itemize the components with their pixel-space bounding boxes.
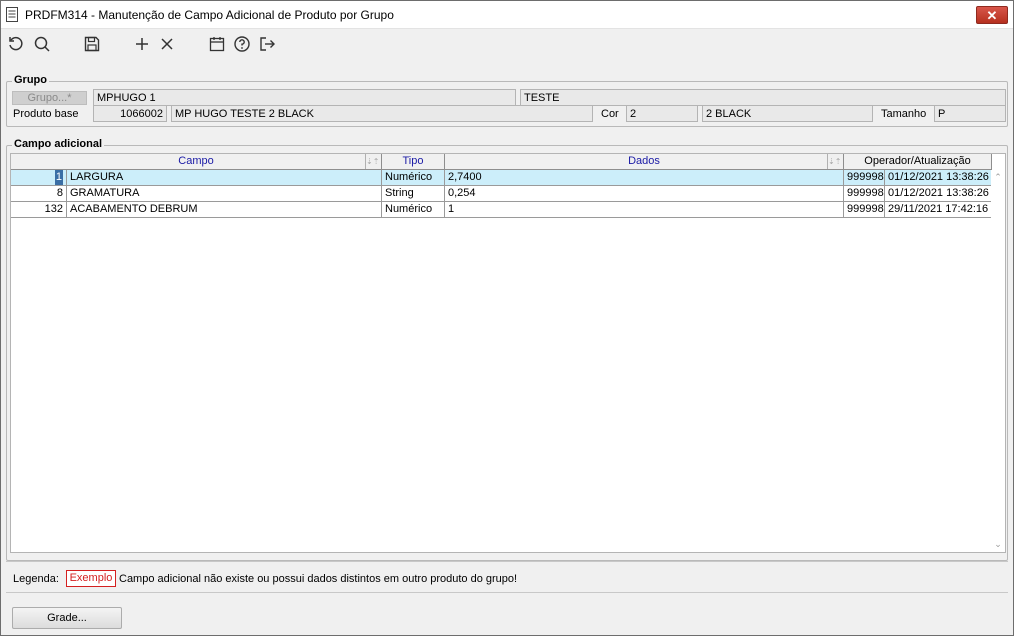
delete-button[interactable] xyxy=(157,34,177,54)
cor-code-field[interactable]: 2 xyxy=(626,105,698,122)
exit-button[interactable] xyxy=(257,34,277,54)
header-campo[interactable]: Campo ⇣⇡ xyxy=(11,154,382,170)
search-icon xyxy=(34,36,50,52)
cor-desc-field[interactable]: 2 BLACK xyxy=(702,105,873,122)
cell-campo[interactable]: LARGURA xyxy=(67,170,382,186)
grupo-code-field[interactable]: MPHUGO 1 xyxy=(93,89,516,106)
grupo-button[interactable]: Grupo...* xyxy=(12,91,87,105)
title-bar: PRDFM314 - Manutenção de Campo Adicional… xyxy=(1,1,1013,29)
calendar-icon xyxy=(209,37,225,52)
cor-label: Cor xyxy=(601,108,619,120)
grade-button[interactable]: Grade... xyxy=(12,607,122,629)
cell-dados[interactable]: 0,254 xyxy=(445,186,844,202)
save-button[interactable] xyxy=(82,34,102,54)
document-icon xyxy=(6,7,18,22)
header-dados-label: Dados xyxy=(628,155,660,167)
exit-icon xyxy=(260,37,275,51)
produto-code-field[interactable]: 1066002 xyxy=(93,105,167,122)
table-row[interactable]: 1 LARGURA Numérico 2,7400 999998 01/12/2… xyxy=(11,170,992,186)
refresh-icon xyxy=(9,36,23,51)
legend-label: Legenda: xyxy=(13,573,59,585)
tamanho-label: Tamanho xyxy=(881,108,927,120)
sort-icon[interactable]: ⇣⇡ xyxy=(365,154,379,169)
table-row[interactable]: 132 ACABAMENTO DEBRUM Numérico 1 999998 … xyxy=(11,202,992,218)
search-button[interactable] xyxy=(32,34,52,54)
help-button[interactable] xyxy=(232,34,252,54)
save-icon xyxy=(84,36,100,52)
add-icon xyxy=(136,38,148,50)
cell-operador[interactable]: 999998 xyxy=(844,202,885,218)
cell-campo[interactable]: GRAMATURA xyxy=(67,186,382,202)
help-icon xyxy=(234,36,250,52)
header-dados[interactable]: Dados ⇣⇡ xyxy=(445,154,844,170)
calendar-button[interactable] xyxy=(207,34,227,54)
cell-dados[interactable]: 2,7400 xyxy=(445,170,844,186)
vertical-scrollbar[interactable]: ⌃ ⌄ xyxy=(991,170,1005,552)
cell-dados[interactable]: 1 xyxy=(445,202,844,218)
cell-tipo[interactable]: String xyxy=(382,186,445,202)
sort-icon[interactable]: ⇣⇡ xyxy=(827,154,841,169)
cell-id[interactable]: 1 xyxy=(11,170,67,186)
produto-base-label: Produto base xyxy=(13,108,79,120)
campo-adicional-grid: Campo ⇣⇡ Tipo Dados ⇣⇡ Operador/Atualiza… xyxy=(10,153,1006,553)
add-button[interactable] xyxy=(132,34,152,54)
cell-data[interactable]: 01/12/2021 13:38:26 xyxy=(885,170,992,186)
header-tipo[interactable]: Tipo xyxy=(382,154,445,170)
produto-desc-field[interactable]: MP HUGO TESTE 2 BLACK xyxy=(171,105,593,122)
cell-data[interactable]: 01/12/2021 13:38:26 xyxy=(885,186,992,202)
header-campo-label: Campo xyxy=(178,155,214,167)
refresh-button[interactable] xyxy=(6,34,26,54)
cell-tipo[interactable]: Numérico xyxy=(382,202,445,218)
legend-example-swatch: Exemplo xyxy=(66,570,116,587)
scroll-up-icon[interactable]: ⌃ xyxy=(993,172,1003,183)
header-tipo-label: Tipo xyxy=(402,155,424,167)
delete-icon xyxy=(161,38,173,50)
window-title: PRDFM314 - Manutenção de Campo Adicional… xyxy=(25,8,394,22)
cell-id[interactable]: 8 xyxy=(11,186,67,202)
scroll-down-icon[interactable]: ⌄ xyxy=(993,539,1003,550)
main-window: PRDFM314 - Manutenção de Campo Adicional… xyxy=(0,0,1014,636)
legend-text: Campo adicional não existe ou possui dad… xyxy=(119,573,518,585)
tamanho-field[interactable]: P xyxy=(934,105,1006,122)
header-operador-label: Operador/Atualização xyxy=(864,155,971,167)
cell-tipo[interactable]: Numérico xyxy=(382,170,445,186)
toolbar xyxy=(1,30,1013,58)
header-operador[interactable]: Operador/Atualização xyxy=(844,154,992,170)
table-row[interactable]: 8 GRAMATURA String 0,254 999998 01/12/20… xyxy=(11,186,992,202)
cell-operador[interactable]: 999998 xyxy=(844,170,885,186)
grupo-desc-field[interactable]: TESTE xyxy=(520,89,1006,106)
cell-data[interactable]: 29/11/2021 17:42:16 xyxy=(885,202,992,218)
cell-id-value: 1 xyxy=(54,170,63,185)
campo-adicional-section-title: Campo adicional xyxy=(12,138,105,150)
cell-campo[interactable]: ACABAMENTO DEBRUM xyxy=(67,202,382,218)
cell-id[interactable]: 132 xyxy=(11,202,67,218)
cell-operador[interactable]: 999998 xyxy=(844,186,885,202)
close-button[interactable]: ✕ xyxy=(976,6,1008,24)
grupo-section-title: Grupo xyxy=(12,74,49,86)
